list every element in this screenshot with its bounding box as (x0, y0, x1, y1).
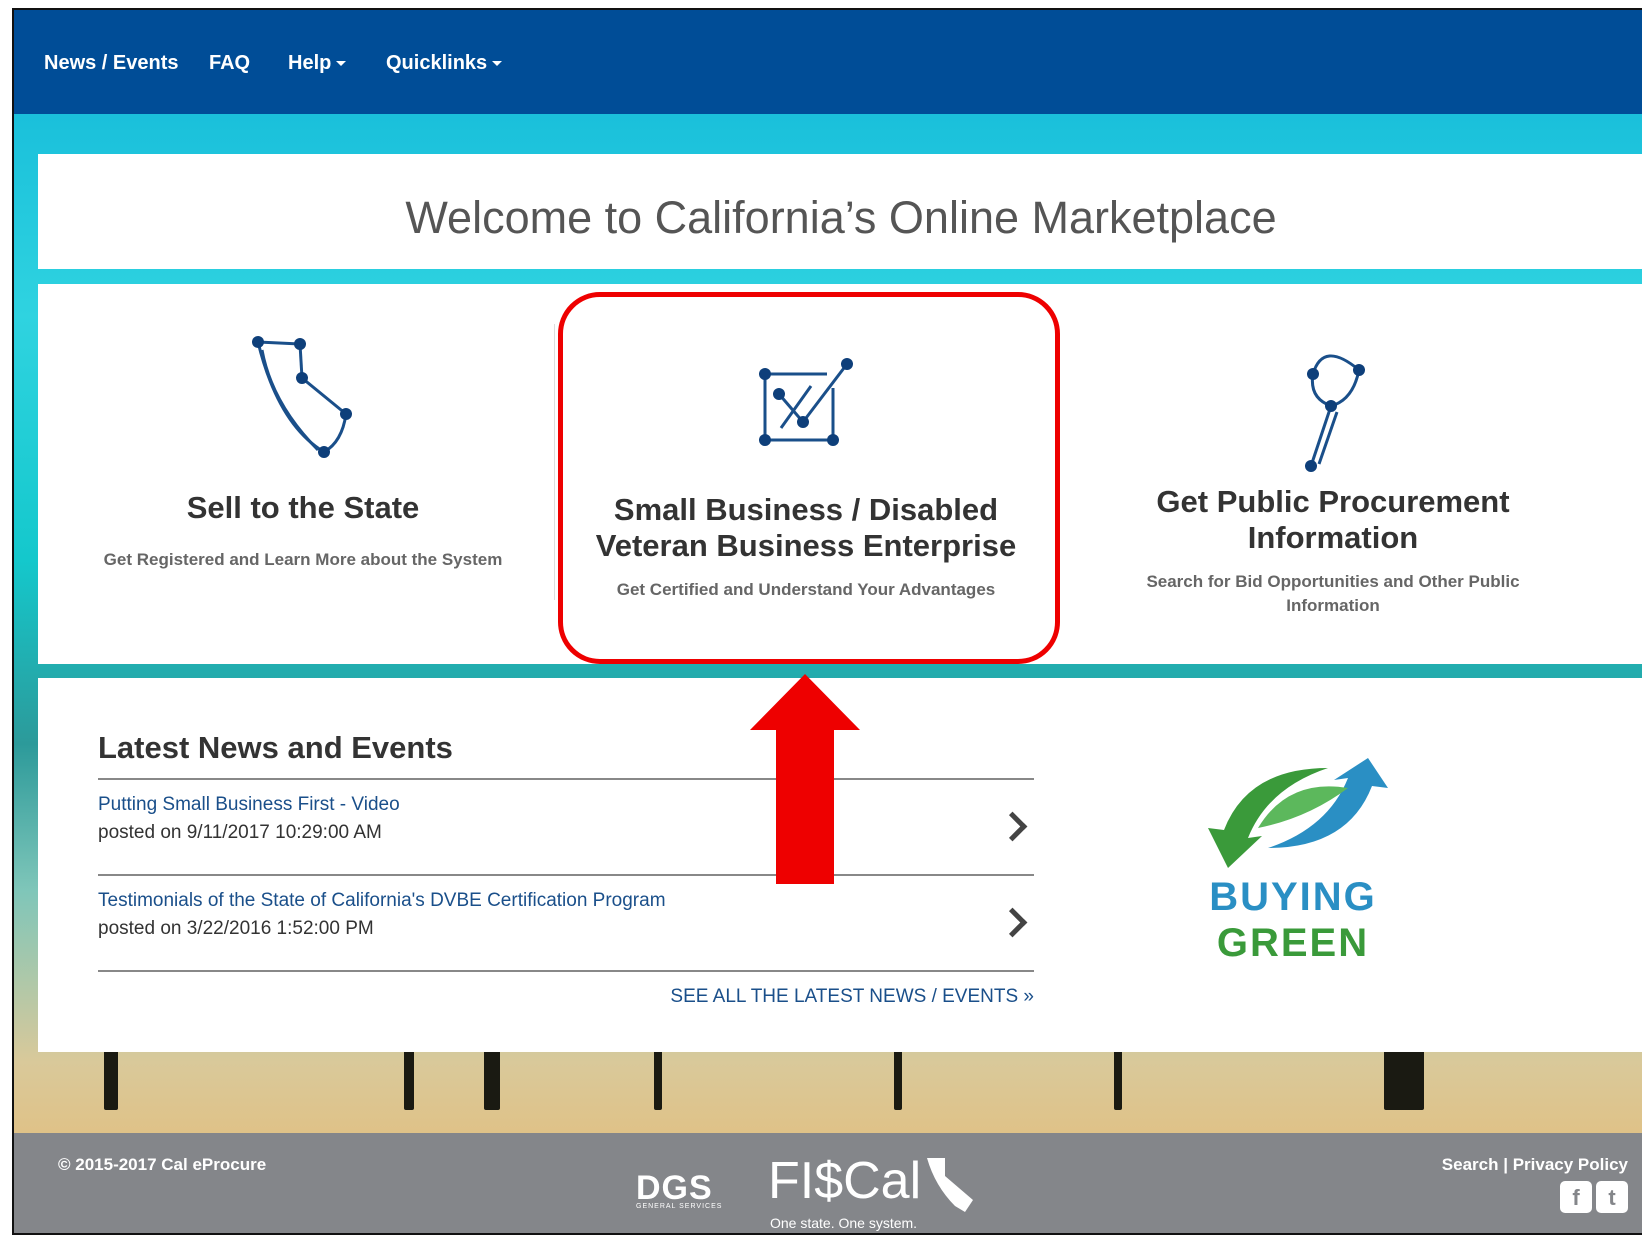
twitter-icon[interactable]: t (1596, 1181, 1628, 1213)
buying-green-logo[interactable]: BUYING GREEN (1178, 748, 1408, 968)
chevron-down-icon (336, 61, 347, 67)
nav-quicklinks[interactable]: Quicklinks (386, 52, 503, 75)
welcome-panel: Welcome to California’s Online Marketpla… (38, 154, 1642, 269)
palm-trunk (894, 1050, 902, 1110)
fiscal-logo[interactable]: FI$Cal (768, 1151, 975, 1213)
card-title-line2: Information (1247, 520, 1419, 555)
card-description-line2: Information (1286, 596, 1380, 615)
palm-trunk (104, 1050, 118, 1110)
palm-trunk (404, 1050, 414, 1110)
green-text: GREEN (1216, 921, 1370, 965)
browser-page: News / Events FAQ Help Quicklinks Welcom… (12, 8, 1642, 1235)
footer-links[interactable]: Search | Privacy Policy (1442, 1155, 1628, 1175)
california-state-icon (927, 1158, 974, 1213)
news-heading: Latest News and Events (98, 730, 453, 765)
fiscal-tagline: One state. One system. (770, 1215, 918, 1231)
card-description: Get Registered and Learn More about the … (103, 550, 503, 569)
fiscal-logo-text: FI$Cal (768, 1152, 922, 1210)
chevron-right-icon[interactable] (997, 907, 1028, 938)
card-public-procurement[interactable]: Get Public Procurement Information Searc… (1098, 332, 1568, 618)
news-item-title[interactable]: Putting Small Business First - Video (98, 794, 400, 816)
palm-trunk (1384, 1050, 1424, 1110)
chevron-right-icon[interactable] (997, 811, 1028, 842)
card-title: Sell to the State (186, 490, 420, 525)
news-item-date: posted on 3/22/2016 1:52:00 PM (98, 918, 374, 939)
california-constellation-icon (252, 336, 352, 458)
card-description-line1: Search for Bid Opportunities and Other P… (1146, 572, 1520, 591)
chevron-down-icon (492, 61, 503, 67)
palm-trunk (654, 1050, 662, 1110)
dgs-logo-subtitle: GENERAL SERVICES (636, 1203, 723, 1210)
top-navbar: News / Events FAQ Help Quicklinks (14, 10, 1642, 114)
annotation-highlight-box (558, 292, 1060, 664)
see-all-news-link[interactable]: SEE ALL THE LATEST NEWS / EVENTS » (670, 986, 1034, 1008)
nav-help-label: Help (288, 52, 332, 74)
annotation-up-arrow (750, 674, 860, 884)
magnifier-constellation-icon (1305, 354, 1365, 472)
palm-trunk (484, 1050, 500, 1110)
nav-quicklinks-label: Quicklinks (386, 52, 488, 74)
page-title: Welcome to California’s Online Marketpla… (405, 192, 1277, 243)
divider (554, 324, 555, 600)
nav-faq[interactable]: FAQ (209, 52, 250, 75)
nav-help[interactable]: Help (288, 52, 347, 75)
divider (98, 778, 1034, 780)
card-sell-to-state[interactable]: Sell to the State Get Registered and Lea… (78, 324, 528, 572)
recycle-leaf-icon (1208, 758, 1388, 868)
divider (98, 970, 1034, 972)
copyright-text: © 2015-2017 Cal eProcure (58, 1155, 267, 1174)
footer: © 2015-2017 Cal eProcure DGS GENERAL SER… (14, 1133, 1642, 1233)
news-item-date: posted on 9/11/2017 10:29:00 AM (98, 822, 382, 843)
palm-trunk (1114, 1050, 1122, 1110)
card-title-line1: Get Public Procurement (1156, 484, 1510, 519)
divider (98, 874, 1034, 876)
facebook-icon[interactable]: f (1560, 1181, 1592, 1213)
news-item-title[interactable]: Testimonials of the State of California'… (98, 890, 666, 912)
buying-text: BUYING (1209, 875, 1377, 919)
nav-news-events[interactable]: News / Events (44, 52, 179, 75)
